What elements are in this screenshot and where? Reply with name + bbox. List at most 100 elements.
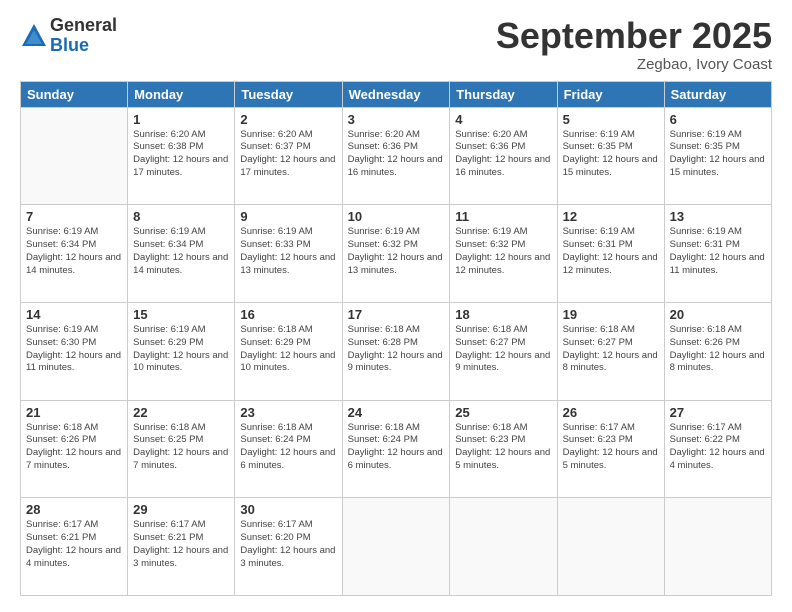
table-row: 8Sunrise: 6:19 AM Sunset: 6:34 PM Daylig… <box>128 205 235 303</box>
col-wednesday: Wednesday <box>342 81 450 107</box>
day-number: 13 <box>670 209 766 224</box>
day-info: Sunrise: 6:18 AM Sunset: 6:29 PM Dayligh… <box>240 324 336 375</box>
table-row <box>557 498 664 596</box>
calendar-week-row: 21 Sunrise: 6:18 AM Sunset: 6:26 PM Dayli… <box>21 400 772 498</box>
col-sunday: Sunday <box>21 81 128 107</box>
day-info: Sunrise: 6:19 AM Sunset: 6:32 PM Dayligh… <box>348 226 445 277</box>
table-row: 29Sunrise: 6:17 AM Sunset: 6:21 PM Dayli… <box>128 498 235 596</box>
table-row: 11 Sunrise: 6:19 AM Sunset: 6:32 PM Dayli… <box>450 205 557 303</box>
calendar-week-row: 7 Sunrise: 6:19 AM Sunset: 6:34 PM Daylig… <box>21 205 772 303</box>
table-row: 15 Sunrise: 6:19 AM Sunset: 6:29 PM Dayli… <box>128 302 235 400</box>
day-info: Sunrise: 6:20 AM Sunset: 6:37 PM Dayligh… <box>240 129 336 180</box>
day-info: Sunrise: 6:18 AM Sunset: 6:24 PM Dayligh… <box>240 422 336 473</box>
table-row <box>450 498 557 596</box>
table-row: 2Sunrise: 6:20 AM Sunset: 6:37 PM Daylig… <box>235 107 342 205</box>
calendar-table: Sunday Monday Tuesday Wednesday Thursday… <box>20 81 772 596</box>
day-info: Sunrise: 6:19 AM Sunset: 6:34 PM Dayligh… <box>26 226 122 277</box>
day-info: Sunrise: 6:19 AM Sunset: 6:34 PM Dayligh… <box>133 226 229 277</box>
day-info: Sunrise: 6:17 AM Sunset: 6:21 PM Dayligh… <box>26 519 122 570</box>
col-friday: Friday <box>557 81 664 107</box>
day-info: Sunrise: 6:19 AM Sunset: 6:35 PM Dayligh… <box>670 129 766 180</box>
day-number: 3 <box>348 112 445 127</box>
table-row: 17 Sunrise: 6:18 AM Sunset: 6:28 PM Dayli… <box>342 302 450 400</box>
table-row: 19Sunrise: 6:18 AM Sunset: 6:27 PM Dayli… <box>557 302 664 400</box>
table-row: 14Sunrise: 6:19 AM Sunset: 6:30 PM Dayli… <box>21 302 128 400</box>
day-number: 18 <box>455 307 551 322</box>
table-row: 6 Sunrise: 6:19 AM Sunset: 6:35 PM Daylig… <box>664 107 771 205</box>
day-info: Sunrise: 6:19 AM Sunset: 6:29 PM Dayligh… <box>133 324 229 375</box>
calendar-week-row: 14Sunrise: 6:19 AM Sunset: 6:30 PM Dayli… <box>21 302 772 400</box>
table-row <box>342 498 450 596</box>
table-row: 18 Sunrise: 6:18 AM Sunset: 6:27 PM Dayli… <box>450 302 557 400</box>
day-number: 26 <box>563 405 659 420</box>
day-number: 10 <box>348 209 445 224</box>
day-number: 15 <box>133 307 229 322</box>
table-row: 3 Sunrise: 6:20 AM Sunset: 6:36 PM Daylig… <box>342 107 450 205</box>
title-section: September 2025 Zegbao, Ivory Coast <box>496 16 772 73</box>
day-number: 17 <box>348 307 445 322</box>
table-row: 20Sunrise: 6:18 AM Sunset: 6:26 PM Dayli… <box>664 302 771 400</box>
day-number: 20 <box>670 307 766 322</box>
logo-blue-text: Blue <box>50 36 117 56</box>
logo-general-text: General <box>50 16 117 36</box>
table-row: 9 Sunrise: 6:19 AM Sunset: 6:33 PM Daylig… <box>235 205 342 303</box>
day-info: Sunrise: 6:19 AM Sunset: 6:32 PM Dayligh… <box>455 226 551 277</box>
header: General Blue September 2025 Zegbao, Ivor… <box>20 16 772 73</box>
table-row: 30 Sunrise: 6:17 AM Sunset: 6:20 PM Dayli… <box>235 498 342 596</box>
day-info: Sunrise: 6:18 AM Sunset: 6:24 PM Dayligh… <box>348 422 445 473</box>
day-info: Sunrise: 6:20 AM Sunset: 6:36 PM Dayligh… <box>348 129 445 180</box>
day-number: 30 <box>240 502 336 517</box>
day-number: 11 <box>455 209 551 224</box>
day-info: Sunrise: 6:19 AM Sunset: 6:33 PM Dayligh… <box>240 226 336 277</box>
day-info: Sunrise: 6:17 AM Sunset: 6:20 PM Dayligh… <box>240 519 336 570</box>
day-info: Sunrise: 6:18 AM Sunset: 6:25 PM Dayligh… <box>133 422 229 473</box>
day-number: 5 <box>563 112 659 127</box>
table-row: 28 Sunrise: 6:17 AM Sunset: 6:21 PM Dayli… <box>21 498 128 596</box>
table-row: 22 Sunrise: 6:18 AM Sunset: 6:25 PM Dayli… <box>128 400 235 498</box>
calendar-header-row: Sunday Monday Tuesday Wednesday Thursday… <box>21 81 772 107</box>
table-row: 7 Sunrise: 6:19 AM Sunset: 6:34 PM Daylig… <box>21 205 128 303</box>
day-number: 25 <box>455 405 551 420</box>
day-number: 4 <box>455 112 551 127</box>
table-row: 24Sunrise: 6:18 AM Sunset: 6:24 PM Dayli… <box>342 400 450 498</box>
day-number: 9 <box>240 209 336 224</box>
day-info: Sunrise: 6:19 AM Sunset: 6:30 PM Dayligh… <box>26 324 122 375</box>
calendar-week-row: 1 Sunrise: 6:20 AM Sunset: 6:38 PM Daylig… <box>21 107 772 205</box>
col-saturday: Saturday <box>664 81 771 107</box>
day-info: Sunrise: 6:18 AM Sunset: 6:27 PM Dayligh… <box>455 324 551 375</box>
day-info: Sunrise: 6:20 AM Sunset: 6:38 PM Dayligh… <box>133 129 229 180</box>
day-info: Sunrise: 6:19 AM Sunset: 6:35 PM Dayligh… <box>563 129 659 180</box>
table-row: 12Sunrise: 6:19 AM Sunset: 6:31 PM Dayli… <box>557 205 664 303</box>
table-row: 26 Sunrise: 6:17 AM Sunset: 6:23 PM Dayli… <box>557 400 664 498</box>
table-row: 25 Sunrise: 6:18 AM Sunset: 6:23 PM Dayli… <box>450 400 557 498</box>
col-thursday: Thursday <box>450 81 557 107</box>
logo-icon <box>20 22 48 50</box>
day-number: 6 <box>670 112 766 127</box>
col-tuesday: Tuesday <box>235 81 342 107</box>
day-info: Sunrise: 6:20 AM Sunset: 6:36 PM Dayligh… <box>455 129 551 180</box>
location-subtitle: Zegbao, Ivory Coast <box>496 56 772 73</box>
month-title: September 2025 <box>496 16 772 56</box>
day-number: 1 <box>133 112 229 127</box>
table-row: 4 Sunrise: 6:20 AM Sunset: 6:36 PM Daylig… <box>450 107 557 205</box>
day-number: 12 <box>563 209 659 224</box>
col-monday: Monday <box>128 81 235 107</box>
day-number: 22 <box>133 405 229 420</box>
table-row: 23 Sunrise: 6:18 AM Sunset: 6:24 PM Dayli… <box>235 400 342 498</box>
table-row: 1 Sunrise: 6:20 AM Sunset: 6:38 PM Daylig… <box>128 107 235 205</box>
table-row: 21 Sunrise: 6:18 AM Sunset: 6:26 PM Dayli… <box>21 400 128 498</box>
day-number: 21 <box>26 405 122 420</box>
day-info: Sunrise: 6:18 AM Sunset: 6:28 PM Dayligh… <box>348 324 445 375</box>
day-info: Sunrise: 6:19 AM Sunset: 6:31 PM Dayligh… <box>670 226 766 277</box>
day-info: Sunrise: 6:18 AM Sunset: 6:23 PM Dayligh… <box>455 422 551 473</box>
day-info: Sunrise: 6:18 AM Sunset: 6:26 PM Dayligh… <box>26 422 122 473</box>
table-row <box>21 107 128 205</box>
day-number: 28 <box>26 502 122 517</box>
table-row: 5 Sunrise: 6:19 AM Sunset: 6:35 PM Daylig… <box>557 107 664 205</box>
day-info: Sunrise: 6:18 AM Sunset: 6:27 PM Dayligh… <box>563 324 659 375</box>
day-number: 23 <box>240 405 336 420</box>
table-row: 10 Sunrise: 6:19 AM Sunset: 6:32 PM Dayli… <box>342 205 450 303</box>
day-number: 27 <box>670 405 766 420</box>
day-info: Sunrise: 6:17 AM Sunset: 6:23 PM Dayligh… <box>563 422 659 473</box>
day-number: 7 <box>26 209 122 224</box>
